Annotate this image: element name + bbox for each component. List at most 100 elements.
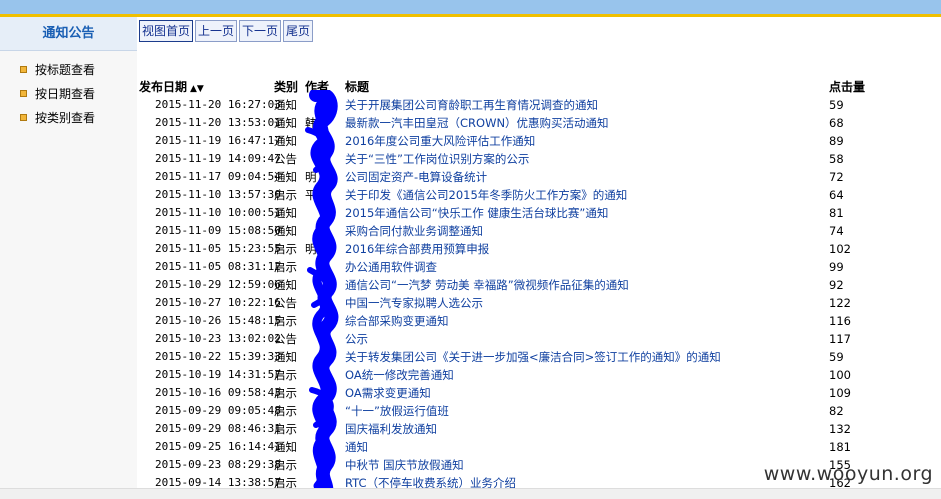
row-title-link[interactable]: 2015年通信公司“快乐工作 健康生活台球比赛”通知: [345, 204, 825, 222]
table-row: 2015-11-10 10:00:51 通知 2015年通信公司“快乐工作 健康生活…: [139, 204, 941, 222]
row-date: 2015-09-29 09:05:48: [155, 404, 281, 417]
last-page-button[interactable]: 尾页: [283, 20, 314, 42]
row-clicks: 58: [829, 152, 844, 166]
list-header: 发布日期 ▲▼ 类别 作者 标题 点击量: [139, 78, 941, 96]
table-row: 2015-10-27 10:22:16 公告 中国一汽专家拟聘人选公示 122: [139, 294, 941, 312]
table-row: 2015-09-29 09:05:48 启示 “十一”放假运行值班 82: [139, 402, 941, 420]
table-row: 2015-11-20 13:53:01 通知韩最新款一汽丰田皇冠（CROWN）优惠…: [139, 114, 941, 132]
table-row: 2015-11-19 14:09:47 公告 关于“三性”工作岗位识别方案的公示 58: [139, 150, 941, 168]
header-clicks: 点击量: [829, 80, 866, 94]
row-date: 2015-10-26 15:48:15: [155, 314, 281, 327]
row-title-link[interactable]: 关于印发《通信公司2015年冬季防火工作方案》的通知: [345, 186, 825, 204]
table-row: 2015-10-16 09:58:43 启示 OA需求变更通知 109: [139, 384, 941, 402]
row-date: 2015-11-05 15:23:55: [155, 242, 281, 255]
row-date: 2015-09-23 08:29:38: [155, 458, 281, 471]
row-clicks: 74: [829, 224, 844, 238]
row-title-link[interactable]: OA需求变更通知: [345, 384, 825, 402]
row-date: 2015-10-22 15:39:33: [155, 350, 281, 363]
row-clicks: 99: [829, 260, 844, 274]
header-date-label: 发布日期: [139, 80, 188, 94]
row-title-link[interactable]: 关于转发集团公司《关于进一步加强<廉洁合同>签订工作的通知》的通知: [345, 348, 825, 366]
sort-icon: ▲▼: [190, 84, 204, 94]
sidebar-title: 通知公告: [0, 17, 137, 51]
row-date: 2015-11-09 15:08:50: [155, 224, 281, 237]
table-row: 2015-10-22 15:39:33 通知 关于转发集团公司《关于进一步加强<廉洁…: [139, 348, 941, 366]
row-title-link[interactable]: 国庆福利发放通知: [345, 420, 825, 438]
row-clicks: 59: [829, 98, 844, 112]
row-clicks: 122: [829, 296, 851, 310]
row-date: 2015-10-29 12:59:06: [155, 278, 281, 291]
table-row: 2015-11-10 13:57:30 启示平关于印发《通信公司2015年冬季防火…: [139, 186, 941, 204]
table-row: 2015-10-26 15:48:15 启示 综合部采购变更通知 116: [139, 312, 941, 330]
top-accent-line: [0, 14, 941, 17]
row-title-link[interactable]: 中秋节 国庆节放假通知: [345, 456, 825, 474]
next-page-button[interactable]: 下一页: [239, 20, 282, 42]
row-clicks: 100: [829, 368, 851, 382]
row-title-link[interactable]: 通知: [345, 438, 825, 456]
row-date: 2015-09-25 16:14:41: [155, 440, 281, 453]
header-date[interactable]: 发布日期 ▲▼: [139, 78, 273, 98]
row-title-link[interactable]: 中国一汽专家拟聘人选公示: [345, 294, 825, 312]
sidebar-item-label: 按日期查看: [35, 86, 96, 101]
row-title-link[interactable]: 办公通用软件调查: [345, 258, 825, 276]
top-banner: [0, 0, 941, 14]
row-date: 2015-11-19 16:47:17: [155, 134, 281, 147]
table-row: 2015-09-25 16:14:41 通知 通知 181: [139, 438, 941, 456]
table-row: 2015-11-20 16:27:03 通知 关于开展集团公司育龄职工再生育情况调查…: [139, 96, 941, 114]
table-row: 2015-11-05 15:23:55 启示明 2016年综合部费用预算申报 102: [139, 240, 941, 258]
sidebar-item-label: 按类别查看: [35, 110, 96, 125]
sidebar-item-by-category[interactable]: 按类别查看: [0, 105, 137, 129]
row-clicks: 92: [829, 278, 844, 292]
bullet-icon: [20, 113, 27, 121]
row-clicks: 72: [829, 170, 844, 184]
sidebar-item-by-date[interactable]: 按日期查看: [0, 81, 137, 105]
row-title-link[interactable]: 采购合同付款业务调整通知: [345, 222, 825, 240]
notice-list: 发布日期 ▲▼ 类别 作者 标题 点击量 2015-11-20 16:27:03 通…: [139, 78, 941, 492]
row-clicks: 102: [829, 242, 851, 256]
row-clicks: 81: [829, 206, 844, 220]
row-title-link[interactable]: 关于开展集团公司育龄职工再生育情况调查的通知: [345, 96, 825, 114]
table-row: 2015-11-09 15:08:50 通知 采购合同付款业务调整通知 74: [139, 222, 941, 240]
bullet-icon: [20, 89, 27, 97]
table-row: 2015-10-19 14:31:57 启示 OA统一修改完善通知 100: [139, 366, 941, 384]
row-date: 2015-10-19 14:31:57: [155, 368, 281, 381]
sidebar: 通知公告 按标题查看 按日期查看 按类别查看: [0, 17, 137, 499]
bullet-icon: [20, 65, 27, 73]
first-page-button[interactable]: 视图首页: [139, 20, 194, 42]
list-body: 2015-11-20 16:27:03 通知 关于开展集团公司育龄职工再生育情况调查…: [139, 96, 941, 492]
row-title-link[interactable]: 公司固定资产-电算设备统计: [345, 168, 825, 186]
watermark: www.wooyun.org: [763, 463, 933, 485]
row-clicks: 68: [829, 116, 844, 130]
row-title-link[interactable]: “十一”放假运行值班: [345, 402, 825, 420]
row-title-link[interactable]: 关于“三性”工作岗位识别方案的公示: [345, 150, 825, 168]
row-title-link[interactable]: 通信公司“一汽梦 劳动美 幸福路”微视频作品征集的通知: [345, 276, 825, 294]
prev-page-button[interactable]: 上一页: [195, 20, 238, 42]
row-clicks: 116: [829, 314, 851, 328]
row-date: 2015-11-19 14:09:47: [155, 152, 281, 165]
table-row: 2015-11-17 09:04:54 通知明公司固定资产-电算设备统计 72: [139, 168, 941, 186]
row-title-link[interactable]: 最新款一汽丰田皇冠（CROWN）优惠购买活动通知: [345, 114, 825, 132]
row-title-link[interactable]: OA统一修改完善通知: [345, 366, 825, 384]
table-row: 2015-10-23 13:02:02 公告 公示 117: [139, 330, 941, 348]
row-clicks: 109: [829, 386, 851, 400]
row-clicks: 117: [829, 332, 851, 346]
horizontal-scrollbar[interactable]: [0, 488, 941, 499]
table-row: 2015-09-29 08:46:31 启示 国庆福利发放通知 132: [139, 420, 941, 438]
row-date: 2015-11-10 10:00:51: [155, 206, 281, 219]
row-title-link[interactable]: 综合部采购变更通知: [345, 312, 825, 330]
row-title-link[interactable]: 2016年度公司重大风险评估工作通知: [345, 132, 825, 150]
row-date: 2015-11-10 13:57:30: [155, 188, 281, 201]
pager-toolbar: 视图首页 上一页 下一页 尾页: [139, 20, 314, 42]
row-date: 2015-09-29 08:46:31: [155, 422, 281, 435]
row-date: 2015-11-17 09:04:54: [155, 170, 281, 183]
row-clicks: 132: [829, 422, 851, 436]
sidebar-menu: 按标题查看 按日期查看 按类别查看: [0, 51, 137, 129]
sidebar-item-by-title[interactable]: 按标题查看: [0, 57, 137, 81]
row-date: 2015-11-05 08:31:12: [155, 260, 281, 273]
header-title: 标题: [345, 80, 370, 94]
sidebar-item-label: 按标题查看: [35, 62, 96, 77]
row-clicks: 82: [829, 404, 844, 418]
row-title-link[interactable]: 2016年综合部费用预算申报: [345, 240, 825, 258]
row-title-link[interactable]: 公示: [345, 330, 825, 348]
table-row: 2015-11-05 08:31:12 启示 办公通用软件调查 99: [139, 258, 941, 276]
